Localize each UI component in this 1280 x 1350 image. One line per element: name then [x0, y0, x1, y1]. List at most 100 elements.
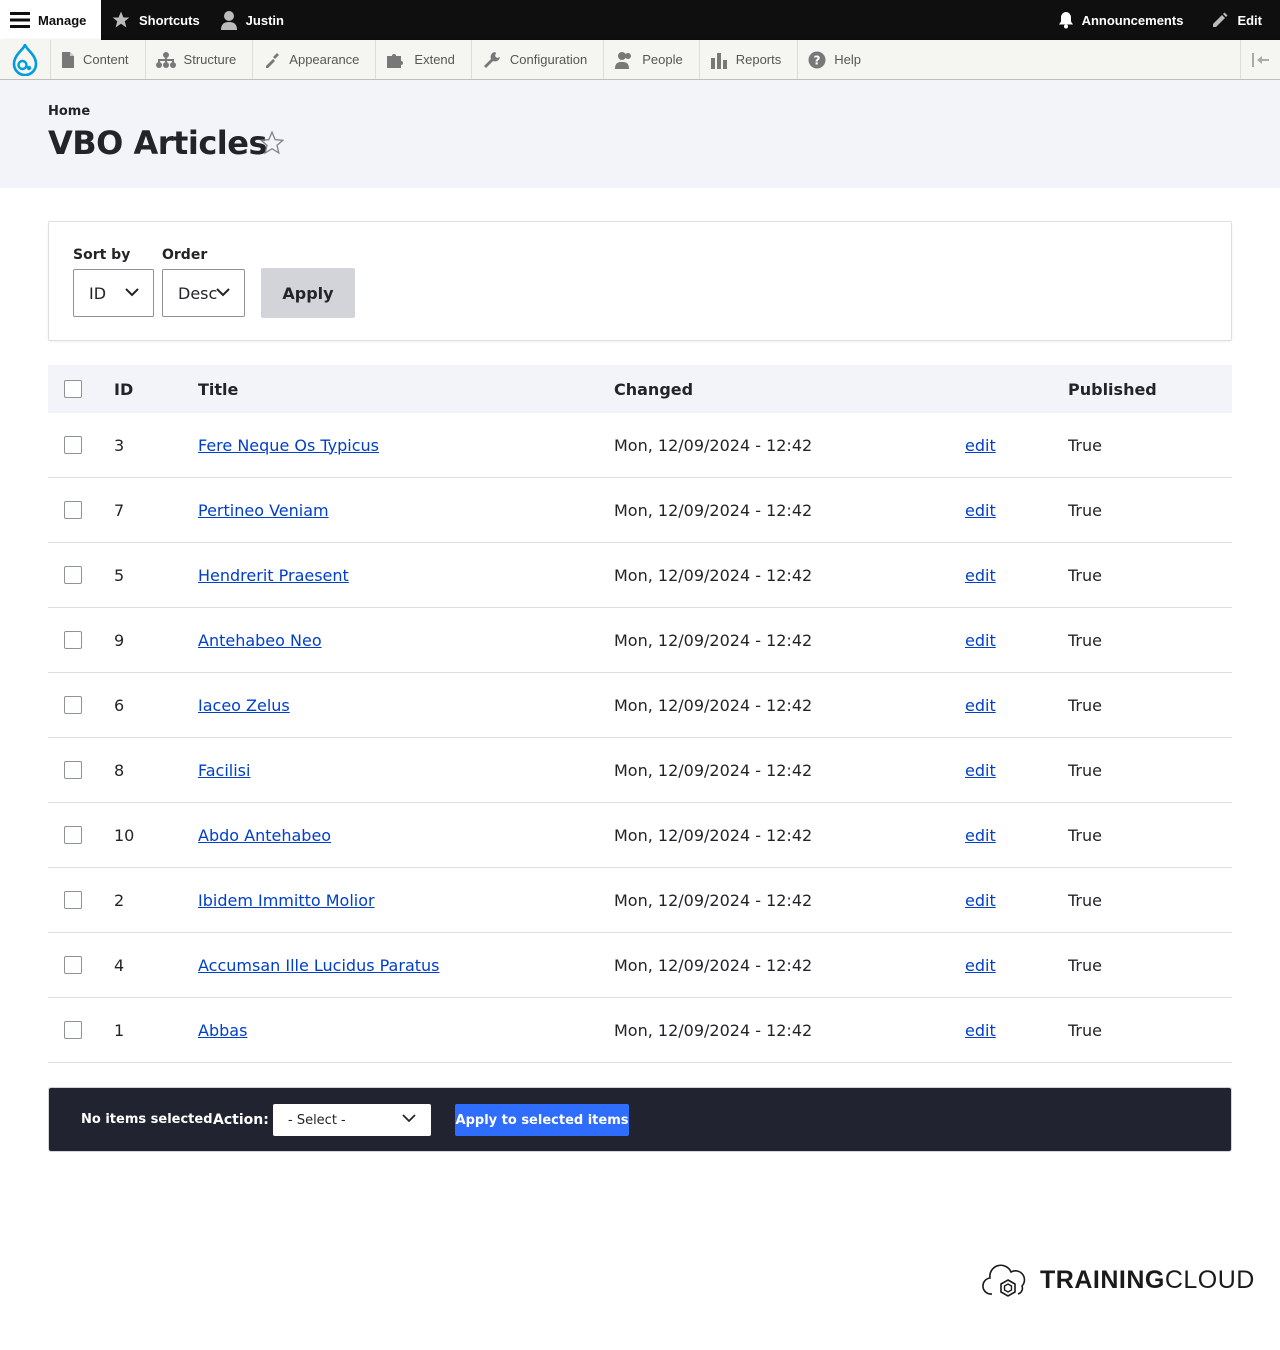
action-select[interactable]: - Select -: [273, 1104, 431, 1136]
row-title-link[interactable]: Abbas: [198, 1021, 247, 1040]
chevron-down-icon: [125, 288, 139, 297]
row-id: 7: [114, 500, 125, 520]
tray-label-structure: Structure: [183, 52, 237, 67]
row-title-link[interactable]: Ibidem Immitto Molior: [198, 891, 375, 910]
row-title-link[interactable]: Hendrerit Praesent: [198, 566, 349, 585]
exposed-filters: Sort by ID Order Desc Apply: [48, 221, 1232, 341]
row-title-link[interactable]: Pertineo Veniam: [198, 501, 329, 520]
table-row: 2 Ibidem Immitto Molior Mon, 12/09/2024 - …: [48, 868, 1232, 933]
people-icon: [615, 51, 632, 69]
row-edit-link[interactable]: edit: [965, 566, 996, 585]
tray-item-extend[interactable]: Extend: [375, 40, 470, 79]
trainingcloud-logo: TRAININGCLOUD: [980, 1260, 1255, 1300]
sort-by-select[interactable]: ID: [73, 269, 154, 317]
column-header-published: Published: [1068, 379, 1157, 399]
row-checkbox[interactable]: [64, 826, 82, 844]
row-changed: Mon, 12/09/2024 - 12:42: [614, 500, 813, 520]
row-title-link[interactable]: Accumsan Ille Lucidus Paratus: [198, 956, 440, 975]
row-id: 8: [114, 760, 125, 780]
row-changed: Mon, 12/09/2024 - 12:42: [614, 760, 813, 780]
row-title-link[interactable]: Fere Neque Os Typicus: [198, 436, 379, 455]
edit-tab[interactable]: Edit: [1201, 0, 1272, 40]
row-checkbox[interactable]: [64, 631, 82, 649]
sort-by-label: Sort by: [73, 247, 131, 263]
announcements-tab[interactable]: Announcements: [1048, 0, 1194, 40]
row-changed: Mon, 12/09/2024 - 12:42: [614, 435, 813, 455]
drupal-drop-icon: [12, 43, 38, 76]
table-row: 9 Antehabeo Neo Mon, 12/09/2024 - 12:42 edi…: [48, 608, 1232, 673]
row-edit-link[interactable]: edit: [965, 956, 996, 975]
tray-item-reports[interactable]: Reports: [698, 40, 798, 79]
page-title: VBO Articles: [48, 124, 268, 162]
row-title-link[interactable]: Abdo Antehabeo: [198, 826, 331, 845]
row-edit-link[interactable]: edit: [965, 891, 996, 910]
svg-text:?: ?: [814, 53, 821, 67]
row-title-link[interactable]: Facilisi: [198, 761, 250, 780]
column-header-title: Title: [198, 379, 239, 399]
manage-label: Manage: [38, 12, 87, 28]
wrench-icon: [483, 51, 500, 68]
user-icon: [220, 11, 237, 30]
apply-to-selected-button[interactable]: Apply to selected items: [455, 1104, 629, 1136]
drupal-logo[interactable]: [0, 40, 50, 79]
sort-by-value: ID: [89, 283, 107, 303]
row-title-link[interactable]: Antehabeo Neo: [198, 631, 322, 650]
row-checkbox[interactable]: [64, 1021, 82, 1039]
user-tab[interactable]: Justin: [210, 0, 294, 40]
bar-chart-icon: [710, 52, 727, 69]
admin-tray: Content Structure Appearance Extend Conf…: [0, 40, 1280, 80]
tray-item-help[interactable]: ? Help: [797, 40, 877, 79]
row-id: 5: [114, 565, 125, 585]
orientation-toggle[interactable]: [1240, 40, 1280, 79]
select-all-checkbox[interactable]: [64, 380, 82, 398]
table-row: 8 Facilisi Mon, 12/09/2024 - 12:42 edit True: [48, 738, 1232, 803]
tray-item-appearance[interactable]: Appearance: [252, 40, 375, 79]
paintbrush-icon: [266, 52, 280, 68]
row-checkbox[interactable]: [64, 956, 82, 974]
shortcut-star-icon[interactable]: [259, 130, 285, 156]
action-select-value: - Select -: [288, 1112, 346, 1128]
selection-status: No items selected: [81, 1112, 213, 1127]
row-checkbox[interactable]: [64, 436, 82, 454]
bell-icon: [1058, 12, 1073, 29]
row-edit-link[interactable]: edit: [965, 436, 996, 455]
order-select[interactable]: Desc: [162, 269, 245, 317]
row-published: True: [1068, 955, 1102, 975]
row-edit-link[interactable]: edit: [965, 631, 996, 650]
row-id: 2: [114, 890, 125, 910]
row-edit-link[interactable]: edit: [965, 761, 996, 780]
table-header: ID Title Changed Published: [48, 365, 1232, 413]
tray-label-content: Content: [83, 52, 129, 67]
tray-item-structure[interactable]: Structure: [144, 40, 253, 79]
table-row: 10 Abdo Antehabeo Mon, 12/09/2024 - 12:42 e…: [48, 803, 1232, 868]
row-edit-link[interactable]: edit: [965, 696, 996, 715]
row-edit-link[interactable]: edit: [965, 1021, 996, 1040]
tray-label-configuration: Configuration: [509, 52, 588, 67]
tray-label-appearance: Appearance: [289, 52, 360, 67]
row-id: 1: [114, 1020, 125, 1040]
tray-item-content[interactable]: Content: [50, 40, 145, 79]
logo-wordmark: TRAININGCLOUD: [1040, 1266, 1255, 1295]
table-row: 7 Pertineo Veniam Mon, 12/09/2024 - 12:42 e…: [48, 478, 1232, 543]
row-edit-link[interactable]: edit: [965, 501, 996, 520]
row-checkbox[interactable]: [64, 761, 82, 779]
manage-tab[interactable]: Manage: [0, 0, 101, 40]
row-checkbox[interactable]: [64, 501, 82, 519]
row-published: True: [1068, 565, 1102, 585]
row-changed: Mon, 12/09/2024 - 12:42: [614, 890, 813, 910]
table-row: 5 Hendrerit Praesent Mon, 12/09/2024 - 12:…: [48, 543, 1232, 608]
apply-button[interactable]: Apply: [261, 268, 355, 318]
row-id: 4: [114, 955, 125, 975]
tray-item-people[interactable]: People: [603, 40, 698, 79]
tray-item-configuration[interactable]: Configuration: [470, 40, 603, 79]
shortcuts-tab[interactable]: Shortcuts: [101, 0, 210, 40]
row-checkbox[interactable]: [64, 891, 82, 909]
row-edit-link[interactable]: edit: [965, 826, 996, 845]
row-title-link[interactable]: Iaceo Zelus: [198, 696, 290, 715]
row-checkbox[interactable]: [64, 696, 82, 714]
structure-icon: [155, 51, 176, 68]
breadcrumb-home[interactable]: Home: [48, 104, 90, 119]
row-checkbox[interactable]: [64, 566, 82, 584]
hamburger-icon: [10, 12, 30, 28]
tray-label-extend: Extend: [414, 52, 455, 67]
